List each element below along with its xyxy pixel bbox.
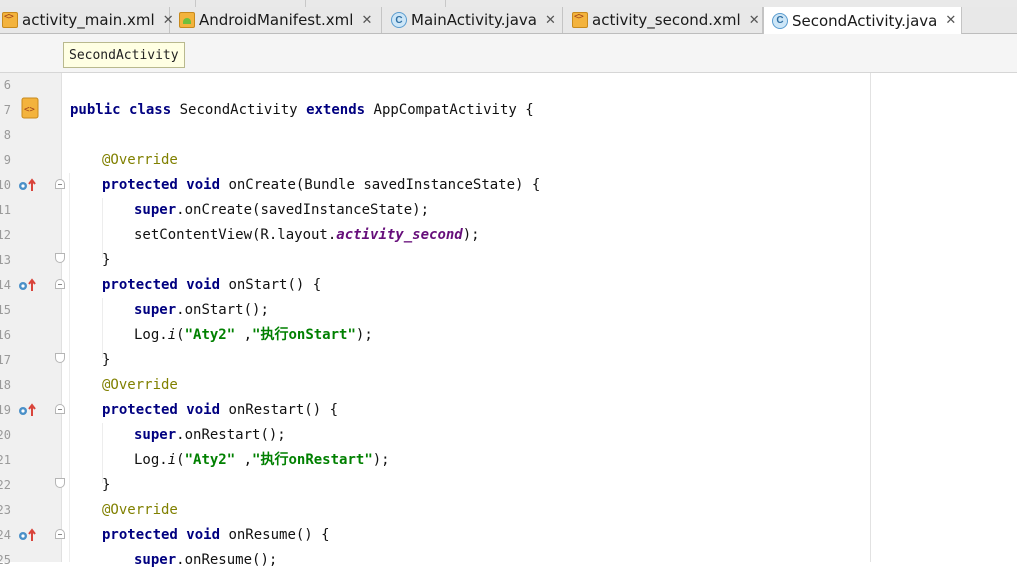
- fold-toggle[interactable]: [55, 179, 65, 189]
- tab-label: AndroidManifest.xml: [199, 11, 354, 29]
- code-line-closing-brace: }: [102, 352, 111, 368]
- strip-segment: [0, 0, 196, 7]
- fold-end-marker[interactable]: [55, 478, 65, 488]
- tab-label: activity_main.xml: [22, 11, 155, 29]
- fold-toggle[interactable]: [55, 529, 65, 539]
- code-line-method-onstart: protected void onStart() {: [102, 277, 322, 293]
- line-number: 16: [0, 328, 11, 342]
- override-method-icon[interactable]: [18, 528, 38, 542]
- line-number: 12: [0, 228, 11, 242]
- code-line-closing-brace: }: [102, 477, 111, 493]
- line-number: 9: [3, 153, 11, 167]
- line-number: 17: [0, 353, 11, 367]
- fold-end-marker[interactable]: [55, 253, 65, 263]
- fold-toggle[interactable]: [55, 404, 65, 414]
- code-line-statement: super.onRestart();: [134, 427, 286, 443]
- line-number: 6: [3, 78, 11, 92]
- line-number: 21: [0, 453, 11, 467]
- line-number: 11: [0, 203, 11, 217]
- code-line-method-oncreate: protected void onCreate(Bundle savedInst…: [102, 177, 541, 193]
- tab-label: activity_second.xml: [592, 11, 741, 29]
- line-number: 14: [0, 278, 11, 292]
- line-number: 24: [0, 528, 11, 542]
- code-line-statement: setContentView(R.layout.activity_second)…: [134, 227, 480, 243]
- breadcrumb-bar: SecondActivity: [0, 34, 1017, 73]
- tab-activity-second-xml[interactable]: activity_second.xml ✕: [564, 7, 763, 33]
- code-line-class-declaration: public class SecondActivity extends AppC…: [70, 102, 534, 118]
- line-number: 19: [0, 403, 11, 417]
- override-method-icon[interactable]: [18, 278, 38, 292]
- tab-main-activity-java[interactable]: C MainActivity.java ✕: [383, 7, 563, 33]
- code-line-method-onrestart: protected void onRestart() {: [102, 402, 339, 418]
- tab-label: MainActivity.java: [411, 11, 537, 29]
- code-line-annotation: @Override: [102, 502, 178, 518]
- close-icon[interactable]: ✕: [749, 13, 760, 28]
- override-method-icon[interactable]: [18, 403, 38, 417]
- line-number: 20: [0, 428, 11, 442]
- fold-end-marker[interactable]: [55, 353, 65, 363]
- java-class-icon: C: [391, 12, 407, 28]
- line-number: 13: [0, 253, 11, 267]
- override-method-icon[interactable]: [18, 178, 38, 192]
- line-number: 18: [0, 378, 11, 392]
- code-line-log-statement: Log.i("Aty2" ,"执行onRestart");: [134, 452, 390, 468]
- breadcrumb[interactable]: SecondActivity: [63, 42, 185, 68]
- line-number: 22: [0, 478, 11, 492]
- svg-text:<>: <>: [24, 105, 35, 115]
- tab-second-activity-java[interactable]: C SecondActivity.java ✕: [763, 7, 962, 34]
- line-number: 25: [0, 553, 11, 567]
- xml-file-icon: [572, 12, 588, 28]
- indent-guide: [69, 173, 70, 562]
- line-number: 15: [0, 303, 11, 317]
- code-line-statement: super.onCreate(savedInstanceState);: [134, 202, 430, 218]
- code-line-annotation: @Override: [102, 152, 178, 168]
- xml-file-icon: [2, 12, 18, 28]
- code-line-statement: super.onStart();: [134, 302, 269, 318]
- tab-activity-main-xml[interactable]: activity_main.xml ✕: [0, 7, 174, 33]
- editor-tab-bar: activity_main.xml ✕ AndroidManifest.xml …: [0, 7, 1017, 34]
- code-line-annotation: @Override: [102, 377, 178, 393]
- layout-file-link-icon[interactable]: <>: [20, 97, 40, 119]
- manifest-file-icon: [179, 12, 195, 28]
- tab-label: SecondActivity.java: [792, 11, 938, 30]
- fold-toggle[interactable]: [55, 279, 65, 289]
- right-margin-guide: [870, 73, 871, 562]
- strip-segment: [195, 0, 306, 7]
- code-line-closing-brace: }: [102, 252, 111, 268]
- close-icon[interactable]: ✕: [545, 13, 556, 28]
- java-class-icon: C: [772, 12, 788, 29]
- line-number: 10: [0, 178, 11, 192]
- code-line-log-statement: Log.i("Aty2" ,"执行onStart");: [134, 327, 373, 343]
- close-icon[interactable]: ✕: [945, 13, 956, 28]
- code-line-statement: super.onResume();: [134, 552, 278, 568]
- line-number: 8: [3, 128, 11, 142]
- close-icon[interactable]: ✕: [361, 13, 372, 28]
- code-line-method-onresume: protected void onResume() {: [102, 527, 330, 543]
- tab-android-manifest[interactable]: AndroidManifest.xml ✕: [171, 7, 382, 33]
- line-number: 7: [3, 103, 11, 117]
- strip-segment: [305, 0, 446, 7]
- line-number: 23: [0, 503, 11, 517]
